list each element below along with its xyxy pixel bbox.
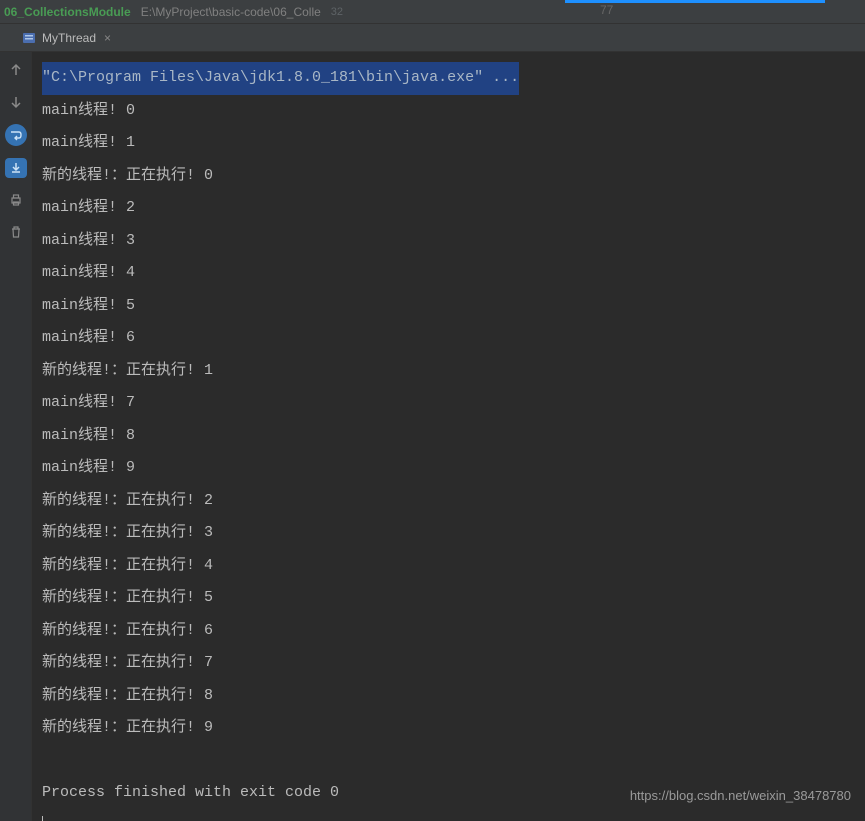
arrow-down-icon[interactable]: [6, 92, 26, 112]
console-gutter: [0, 52, 32, 821]
console-line: main线程! 0: [42, 95, 855, 128]
console-line: 新的线程!：正在执行! 7: [42, 647, 855, 680]
console-line: main线程! 7: [42, 387, 855, 420]
wrap-icon[interactable]: [5, 124, 27, 146]
console-line: 新的线程!：正在执行! 8: [42, 680, 855, 713]
console-line: 新的线程!：正在执行! 4: [42, 550, 855, 583]
console-line: main线程! 5: [42, 290, 855, 323]
main-area: "C:\Program Files\Java\jdk1.8.0_181\bin\…: [0, 52, 865, 821]
console-line: main线程! 1: [42, 127, 855, 160]
console-cursor-line: [42, 810, 855, 821]
text-cursor: [42, 816, 43, 821]
console-line: 新的线程!：正在执行! 5: [42, 582, 855, 615]
console-line: [42, 745, 855, 778]
console-line: 新的线程!：正在执行! 2: [42, 485, 855, 518]
project-path: E:\MyProject\basic-code\06_Colle: [135, 5, 321, 19]
line-num-left: 32: [331, 6, 343, 18]
print-icon[interactable]: [6, 190, 26, 210]
console-line: 新的线程!：正在执行! 1: [42, 355, 855, 388]
run-config-icon: [22, 31, 36, 45]
console-line: main线程! 3: [42, 225, 855, 258]
line-num-right: 77: [600, 3, 613, 17]
tab-bar: MyThread ×: [0, 24, 865, 52]
tab-label: MyThread: [42, 31, 96, 45]
arrow-up-icon[interactable]: [6, 60, 26, 80]
console-line: 新的线程!：正在执行! 6: [42, 615, 855, 648]
console-line: main线程! 2: [42, 192, 855, 225]
progress-bar: [565, 0, 825, 3]
console-line: 新的线程!：正在执行! 0: [42, 160, 855, 193]
close-icon[interactable]: ×: [104, 31, 111, 45]
console-line: main线程! 8: [42, 420, 855, 453]
module-label: 06_CollectionsModule: [0, 5, 135, 19]
console-line: main线程! 6: [42, 322, 855, 355]
tab-mythread[interactable]: MyThread ×: [14, 27, 119, 49]
console-output[interactable]: "C:\Program Files\Java\jdk1.8.0_181\bin\…: [32, 52, 865, 821]
watermark: https://blog.csdn.net/weixin_38478780: [630, 788, 851, 803]
download-icon[interactable]: [5, 158, 27, 178]
trash-icon[interactable]: [6, 222, 26, 242]
console-line: main线程! 4: [42, 257, 855, 290]
top-bar: 06_CollectionsModule E:\MyProject\basic-…: [0, 0, 865, 24]
console-line: main线程! 9: [42, 452, 855, 485]
console-cmd-line: "C:\Program Files\Java\jdk1.8.0_181\bin\…: [42, 62, 519, 95]
console-line: 新的线程!：正在执行! 3: [42, 517, 855, 550]
console-line: 新的线程!：正在执行! 9: [42, 712, 855, 745]
